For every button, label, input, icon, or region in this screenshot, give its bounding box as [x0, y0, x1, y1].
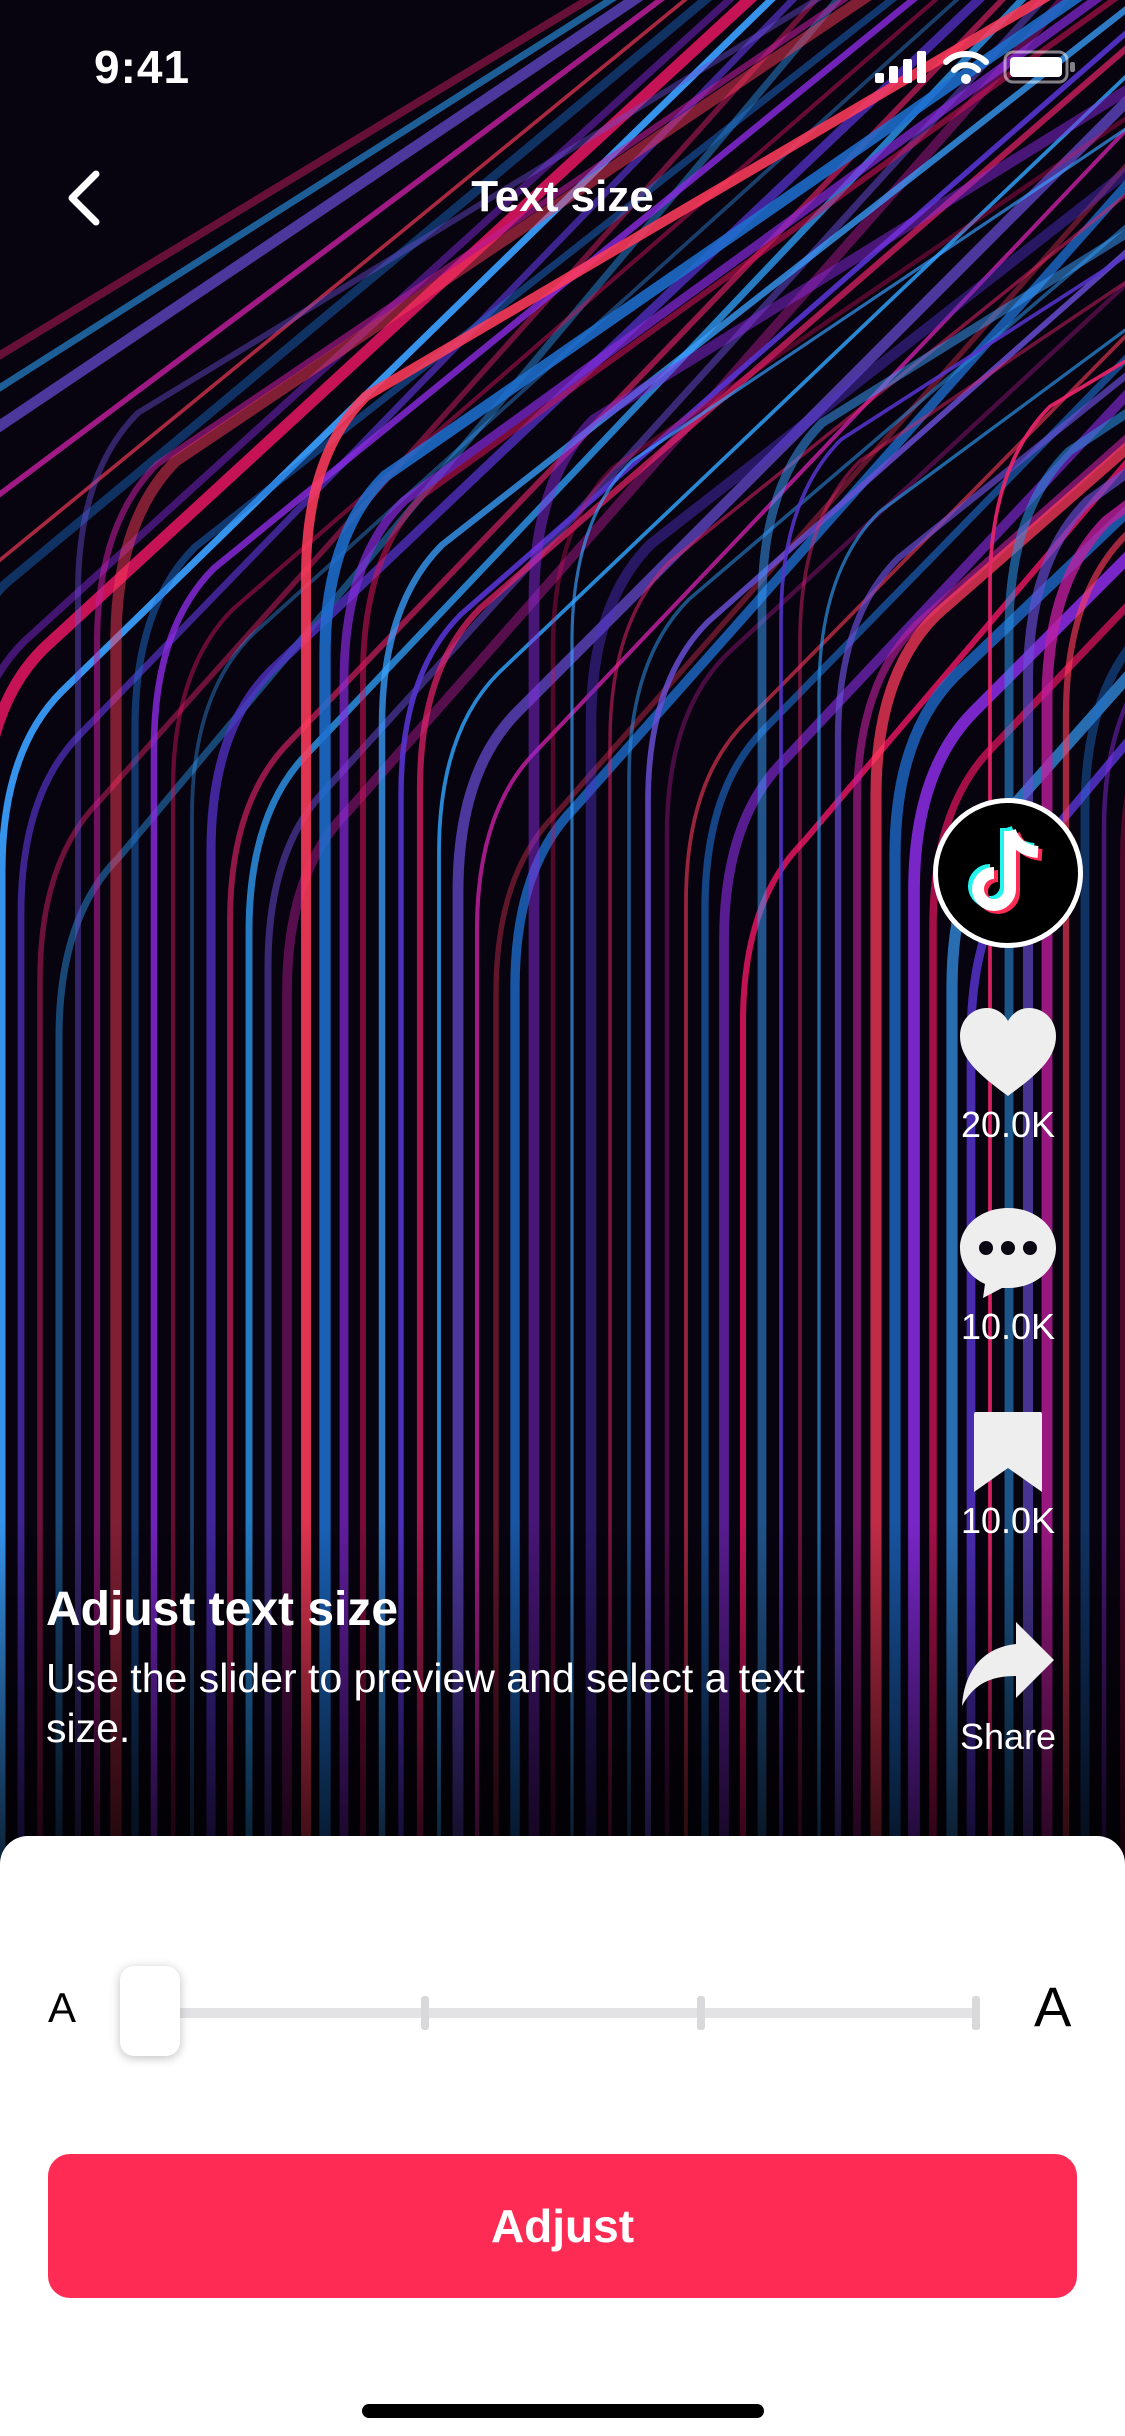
- large-text-label: A: [1034, 1975, 1072, 2038]
- bookmark-button[interactable]: 10.0K: [961, 1408, 1055, 1542]
- slider-tick: [696, 1996, 705, 2030]
- home-indicator: [362, 2404, 764, 2418]
- small-text-label: A: [48, 1984, 77, 2031]
- video-caption: Adjust text size Use the slider to previ…: [46, 1582, 866, 1753]
- page-title: Text size: [471, 172, 654, 221]
- like-count: 20.0K: [960, 1104, 1056, 1145]
- status-bar: 9:41: [0, 0, 1125, 140]
- cellular-signal-icon: [875, 51, 926, 83]
- share-arrow-icon: [961, 1622, 1054, 1706]
- screen: 9:41 Text size 20.0K 10.0K 10.0K Share A…: [0, 0, 1125, 2436]
- wifi-icon: [943, 51, 989, 84]
- battery-icon: [1003, 50, 1075, 84]
- caption-body: Use the slider to preview and select a t…: [46, 1655, 805, 1751]
- status-time: 9:41: [94, 41, 191, 93]
- nav-bar: Text size: [0, 150, 1125, 250]
- slider-tick: [421, 1996, 430, 2030]
- slider-tick: [972, 1996, 980, 2030]
- heart-icon: [960, 1008, 1056, 1096]
- text-size-slider[interactable]: [120, 1966, 980, 2056]
- creator-avatar[interactable]: [933, 798, 1083, 948]
- bookmark-icon: [973, 1412, 1042, 1492]
- comment-count: 10.0K: [960, 1306, 1056, 1347]
- caption-title: Adjust text size: [46, 1583, 399, 1636]
- like-button[interactable]: 20.0K: [958, 1006, 1058, 1146]
- slider-thumb[interactable]: [120, 1966, 180, 2056]
- tiktok-logo-icon: [968, 825, 1043, 914]
- share-button[interactable]: Share: [960, 1620, 1056, 1758]
- share-label: Share: [959, 1716, 1057, 1757]
- text-size-sheet: A A Adjust: [0, 1836, 1125, 2436]
- adjust-button[interactable]: Adjust: [48, 2154, 1077, 2298]
- comment-icon: [960, 1208, 1056, 1298]
- bookmark-count: 10.0K: [960, 1500, 1056, 1541]
- comment-button[interactable]: 10.0K: [958, 1206, 1058, 1348]
- status-icons: [875, 50, 1077, 84]
- action-rail: 20.0K 10.0K 10.0K Share: [929, 798, 1087, 1758]
